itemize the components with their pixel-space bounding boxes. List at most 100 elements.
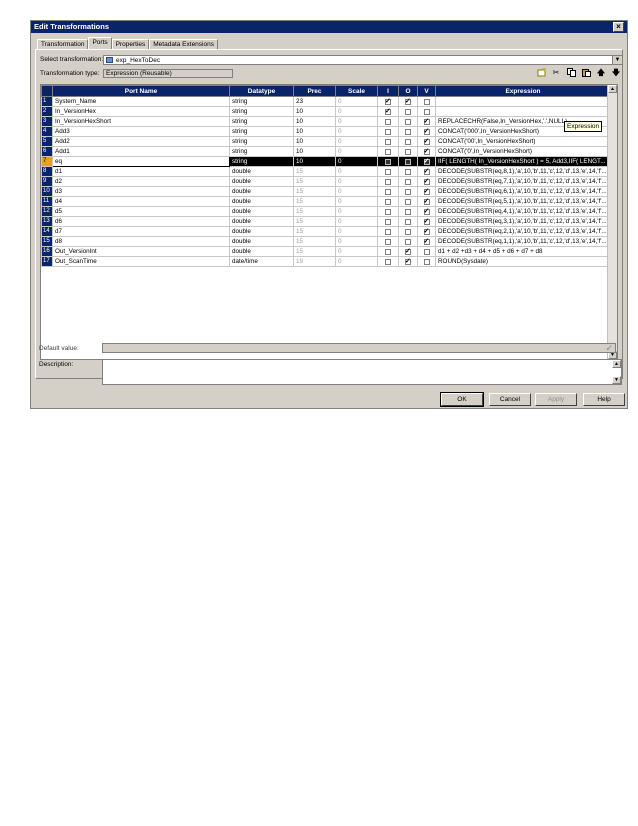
col-header-scale[interactable]: Scale	[335, 85, 378, 97]
variable-checkbox[interactable]	[423, 138, 430, 146]
input-checkbox[interactable]	[385, 248, 391, 255]
output-cell[interactable]	[398, 156, 418, 167]
port-name-cell[interactable]: Out_VersionInt	[52, 246, 230, 257]
input-checkbox[interactable]	[385, 218, 391, 225]
output-cell[interactable]	[398, 96, 418, 107]
port-name-cell[interactable]: d1	[52, 166, 230, 177]
variable-cell[interactable]	[417, 186, 436, 197]
expression-cell[interactable]: DECODE(SUBSTR(eq,1,1),'a',10,'b',11,'c',…	[435, 236, 611, 247]
table-row[interactable]: 15d8double150DECODE(SUBSTR(eq,1,1),'a',1…	[41, 236, 611, 247]
table-row[interactable]: 4Add3string100CONCAT('000',In_VersionHex…	[41, 126, 611, 137]
input-cell[interactable]	[377, 146, 399, 157]
expression-cell[interactable]: DECODE(SUBSTR(eq,5,1),'a',10,'b',11,'c',…	[435, 196, 611, 207]
row-number[interactable]: 1	[41, 96, 53, 107]
expression-cell[interactable]: DECODE(SUBSTR(eq,7,1),'a',10,'b',11,'c',…	[435, 176, 611, 187]
scale-cell[interactable]: 0	[335, 156, 378, 167]
scale-cell[interactable]: 0	[335, 246, 378, 257]
variable-cell[interactable]	[417, 196, 436, 207]
prec-cell[interactable]: 15	[293, 206, 336, 217]
input-cell[interactable]	[377, 246, 399, 257]
input-checkbox[interactable]	[385, 158, 391, 165]
tab-ports[interactable]: Ports	[88, 37, 112, 49]
help-button[interactable]: Help	[583, 393, 625, 406]
table-row[interactable]: 14d7double150 DECODE(SUBSTR(eq,2,1),'a',1…	[41, 226, 611, 237]
output-cell[interactable]	[398, 136, 418, 147]
port-name-cell[interactable]: d8	[52, 236, 230, 247]
variable-cell[interactable]	[417, 206, 436, 217]
table-row[interactable]: 3In_VersionHexShortstring100REPLACECHR(F…	[41, 116, 611, 127]
datatype-cell[interactable]: double	[229, 206, 294, 217]
variable-cell[interactable]	[417, 176, 436, 187]
output-checkbox[interactable]	[405, 178, 411, 185]
expression-cell[interactable]: DECODE(SUBSTR(eq,3,1),'a',10,'b',11,'c',…	[435, 216, 611, 227]
tab-transformation[interactable]: Transformation	[37, 39, 89, 49]
prec-cell[interactable]: 15	[293, 196, 336, 207]
port-name-cell[interactable]: In_VersionHex	[52, 106, 230, 117]
input-cell[interactable]	[377, 256, 399, 267]
row-number[interactable]: 4	[41, 126, 53, 137]
output-checkbox[interactable]	[405, 168, 411, 175]
table-row[interactable]: 11d4double150 DECODE(SUBSTR(eq,5,1),'a',1…	[41, 196, 611, 207]
scale-cell[interactable]: 0	[335, 196, 378, 207]
expression-cell[interactable]: CONCAT('0',In_VersionHexShort)	[435, 146, 611, 157]
expression-cell[interactable]: DECODE(SUBSTR(eq,8,1),'a',10,'b',11,'c',…	[435, 166, 611, 177]
scale-cell[interactable]: 0	[335, 106, 378, 117]
variable-checkbox[interactable]	[423, 98, 430, 105]
row-number[interactable]: 8	[41, 166, 53, 177]
input-cell[interactable]	[377, 216, 399, 227]
description-field[interactable]: ▲ ▼	[102, 359, 622, 385]
datatype-cell[interactable]: string	[229, 96, 294, 107]
table-row[interactable]: 10d3double150 DECODE(SUBSTR(eq,6,1),'a',1…	[41, 186, 611, 197]
col-header-prec[interactable]: Prec	[293, 85, 336, 97]
col-header-variable[interactable]: V	[417, 85, 436, 97]
prec-cell[interactable]: 15	[293, 236, 336, 247]
variable-cell[interactable]	[417, 256, 436, 267]
variable-cell[interactable]	[417, 96, 436, 107]
port-name-cell[interactable]: d7	[52, 226, 230, 237]
expression-cell[interactable]	[435, 106, 611, 117]
tab-properties[interactable]: Properties	[111, 39, 150, 49]
input-checkbox[interactable]	[385, 188, 391, 195]
input-checkbox[interactable]	[385, 138, 391, 145]
expression-cell[interactable]: DECODE(SUBSTR(eq,4,1),'a',10,'b',11,'c',…	[435, 206, 611, 217]
output-cell[interactable]	[398, 196, 418, 207]
variable-checkbox[interactable]	[423, 168, 430, 176]
output-checkbox[interactable]	[405, 148, 411, 155]
input-checkbox[interactable]	[385, 118, 391, 125]
variable-cell[interactable]	[417, 246, 436, 257]
output-cell[interactable]	[398, 126, 418, 137]
port-name-cell[interactable]: In_VersionHexShort	[52, 116, 230, 127]
input-checkbox[interactable]	[385, 168, 391, 175]
variable-checkbox[interactable]	[423, 248, 430, 255]
variable-checkbox[interactable]	[423, 198, 430, 206]
variable-cell[interactable]	[417, 116, 436, 127]
variable-checkbox[interactable]	[423, 258, 430, 265]
table-row[interactable]: 8d1double150 DECODE(SUBSTR(eq,8,1),'a',10…	[41, 166, 611, 177]
output-cell[interactable]	[398, 216, 418, 227]
validate-check-icon[interactable]: ✓	[605, 343, 613, 354]
scale-cell[interactable]: 0	[335, 226, 378, 237]
close-icon[interactable]: ×	[613, 22, 624, 32]
scroll-up-icon[interactable]: ▲	[608, 85, 617, 93]
col-header-input[interactable]: I	[377, 85, 399, 97]
output-cell[interactable]	[398, 186, 418, 197]
output-cell[interactable]	[398, 206, 418, 217]
cut-icon[interactable]: ✂	[550, 68, 562, 78]
expression-cell[interactable]: d1 + d2 +d3 + d4 + d5 + d6 + d7 + d8	[435, 246, 611, 257]
row-number[interactable]: 7	[41, 156, 53, 167]
row-number[interactable]: 5	[41, 136, 53, 147]
input-cell[interactable]	[377, 106, 399, 117]
copy-icon[interactable]	[565, 68, 577, 78]
output-cell[interactable]	[398, 106, 418, 117]
prec-cell[interactable]: 15	[293, 216, 336, 227]
datatype-cell[interactable]: string	[229, 156, 294, 167]
output-cell[interactable]	[398, 236, 418, 247]
output-checkbox[interactable]	[405, 108, 411, 115]
col-header-expression[interactable]: Expression	[435, 85, 611, 97]
output-checkbox[interactable]	[405, 118, 411, 125]
output-checkbox[interactable]	[405, 218, 411, 225]
tab-metadata-extensions[interactable]: Metadata Extensions	[149, 39, 218, 49]
variable-cell[interactable]	[417, 156, 436, 167]
move-down-icon[interactable]: 🡇	[610, 68, 622, 78]
col-header-output[interactable]: O	[398, 85, 418, 97]
